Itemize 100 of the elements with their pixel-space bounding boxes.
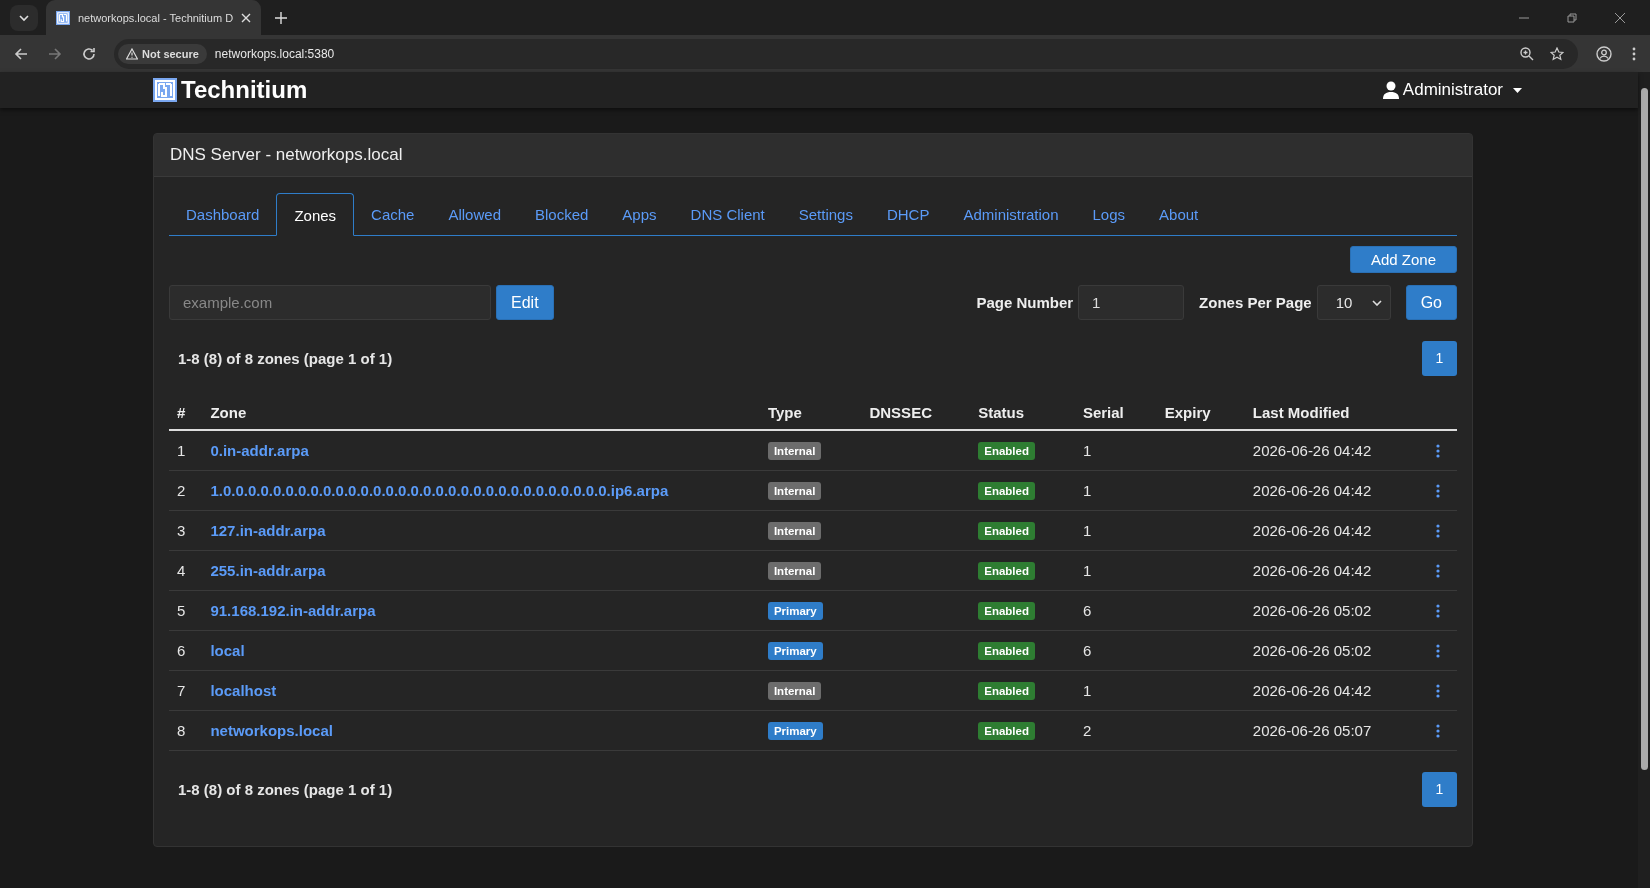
more-options-icon[interactable] <box>1436 603 1441 618</box>
nav-tab[interactable]: Cache <box>354 193 432 236</box>
table-cell: 2026-06-26 04:42 <box>1252 430 1437 471</box>
row-number: 4 <box>169 550 211 591</box>
more-options-icon[interactable] <box>1436 563 1441 578</box>
nav-tab[interactable]: Administration <box>946 193 1076 236</box>
url-text: networkops.local:5380 <box>214 46 335 61</box>
zone-type-tag: Primary <box>767 642 823 660</box>
panel-title: DNS Server - networkops.local <box>154 134 1472 177</box>
table-cell: 2026-06-26 05:02 <box>1252 590 1437 631</box>
zone-type-tag: Internal <box>767 682 822 700</box>
more-options-icon[interactable] <box>1436 443 1441 458</box>
column-header: Status <box>978 396 1083 430</box>
zone-status-tag: Enabled <box>978 642 1035 660</box>
table-cell: 1 <box>1082 670 1165 711</box>
table-cell: 1 <box>1082 550 1165 591</box>
zone-link[interactable]: localhost <box>210 682 277 699</box>
edit-button[interactable]: Edit <box>496 285 554 320</box>
caret-icon <box>1513 87 1522 93</box>
column-header: Last Modified <box>1252 396 1437 430</box>
zone-link[interactable]: 127.in-addr.arpa <box>210 522 326 539</box>
row-number: 3 <box>169 510 211 551</box>
row-number: 6 <box>169 630 211 671</box>
table-cell: 2026-06-26 04:42 <box>1252 550 1437 591</box>
tab-search-button[interactable] <box>10 4 38 31</box>
row-number: 1 <box>169 430 211 471</box>
nav-tab[interactable]: DNS Client <box>673 193 782 236</box>
star-icon[interactable] <box>1550 46 1564 61</box>
table-cell: 2026-06-26 05:02 <box>1252 630 1437 671</box>
profile-icon[interactable] <box>1596 45 1612 62</box>
restore-icon[interactable] <box>1566 11 1578 24</box>
nav-tab[interactable]: Zones <box>276 193 355 236</box>
nav-tab[interactable]: Allowed <box>431 193 518 236</box>
plus-icon[interactable] <box>275 11 288 24</box>
close-icon[interactable] <box>1614 11 1626 24</box>
column-header: Serial <box>1082 396 1165 430</box>
zone-link[interactable]: local <box>210 642 245 659</box>
nav-tab[interactable]: Blocked <box>518 193 606 236</box>
zone-status-tag: Enabled <box>978 602 1035 620</box>
field-label: Zones Per Page <box>1199 294 1312 311</box>
zoom-in-icon[interactable] <box>1520 46 1534 61</box>
back-arrow-icon[interactable] <box>14 46 28 61</box>
row-number: 7 <box>169 670 211 711</box>
page-button[interactable]: 1 <box>1422 340 1457 376</box>
zone-link[interactable]: 255.in-addr.arpa <box>210 562 326 579</box>
zone-count-summary: 1-8 (8) of 8 zones (page 1 of 1) <box>178 780 393 798</box>
page-number-field[interactable]: 1 <box>1078 285 1185 320</box>
search-field[interactable]: example.com <box>169 285 491 320</box>
more-menu-icon[interactable] <box>1632 46 1636 61</box>
zone-link[interactable]: 91.168.192.in-addr.arpa <box>210 602 376 619</box>
reload-icon[interactable] <box>82 46 96 61</box>
favicon-icon <box>56 10 70 25</box>
more-options-icon[interactable] <box>1436 683 1441 698</box>
more-options-icon[interactable] <box>1436 723 1441 738</box>
nav-tab[interactable]: Apps <box>605 193 674 236</box>
add-zone-button[interactable]: Add Zone <box>1349 246 1457 273</box>
more-options-icon[interactable] <box>1436 483 1441 498</box>
nav-tab[interactable]: Settings <box>781 193 870 236</box>
user-menu[interactable]: Administrator <box>1382 80 1522 100</box>
zone-status-tag: Enabled <box>978 482 1035 500</box>
column-header: Expiry <box>1164 396 1253 430</box>
zone-link[interactable]: networkops.local <box>210 722 333 739</box>
tab-title: networkops.local - Technitium D <box>78 11 234 24</box>
table-cell: 1 <box>1082 430 1165 471</box>
more-options-icon[interactable] <box>1436 523 1441 538</box>
nav-tab[interactable]: DHCP <box>869 193 947 236</box>
zones-per-page-dropdown[interactable]: 10 <box>1316 285 1391 320</box>
nav-tab[interactable]: Dashboard <box>169 193 277 236</box>
address-bar[interactable]: Not secure networkops.local:5380 <box>114 38 1578 69</box>
zone-link[interactable]: 0.in-addr.arpa <box>210 442 309 459</box>
zone-type-tag: Primary <box>767 602 823 620</box>
zone-type-tag: Primary <box>767 722 823 740</box>
row-number: 5 <box>169 590 211 631</box>
zone-type-tag: Internal <box>767 562 822 580</box>
forward-arrow-icon[interactable] <box>48 46 62 61</box>
go-button[interactable]: Go <box>1405 285 1457 320</box>
column-header: DNSSEC <box>869 396 979 430</box>
security-chip[interactable]: Not secure <box>118 43 207 64</box>
zone-status-tag: Enabled <box>978 682 1035 700</box>
more-options-icon[interactable] <box>1436 643 1441 658</box>
zone-status-tag: Enabled <box>978 722 1035 740</box>
table-cell: 1 <box>1082 510 1165 551</box>
table-cell: 6 <box>1082 630 1165 671</box>
zone-type-tag: Internal <box>767 522 822 540</box>
table-cell: 6 <box>1082 590 1165 631</box>
column-header: # <box>169 396 211 430</box>
scrollbar[interactable] <box>1638 72 1650 888</box>
nav-tab[interactable]: About <box>1142 193 1216 236</box>
nav-tab[interactable]: Logs <box>1075 193 1143 236</box>
row-number: 8 <box>169 710 211 751</box>
zone-type-tag: Internal <box>767 482 822 500</box>
zone-link[interactable]: 1.0.0.0.0.0.0.0.0.0.0.0.0.0.0.0.0.0.0.0.0.0.0.0.0.0.0.0.0.0.0.0.ip6.arpa <box>210 482 669 499</box>
warning-icon <box>126 47 138 60</box>
brand-name[interactable]: Technitium <box>181 76 308 104</box>
row-number: 2 <box>169 470 211 511</box>
browser-tab[interactable]: networkops.local - Technitium D <box>46 0 262 35</box>
page-button[interactable]: 1 <box>1422 771 1457 807</box>
table-cell: 2 <box>1082 710 1165 751</box>
table-cell: 2026-06-26 05:07 <box>1252 710 1437 751</box>
column-header: Zone <box>210 396 768 430</box>
